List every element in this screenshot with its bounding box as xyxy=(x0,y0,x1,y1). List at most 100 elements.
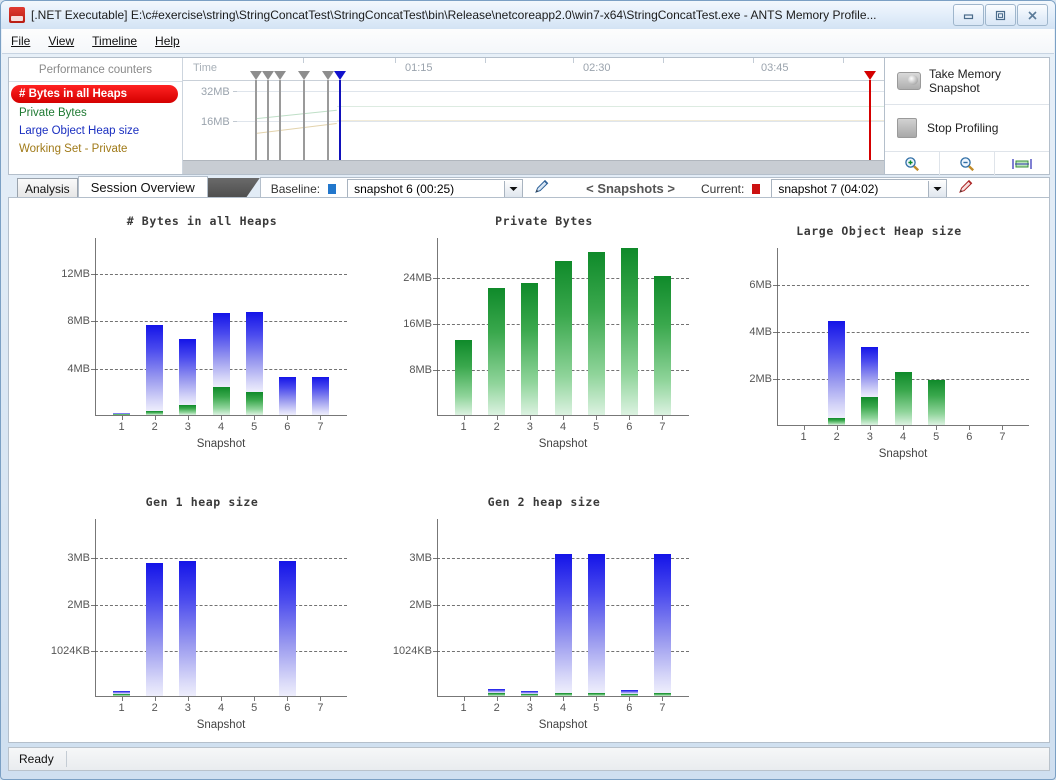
snapshot-marker-2[interactable] xyxy=(262,71,274,80)
bar[interactable] xyxy=(278,376,296,415)
chevron-down-icon[interactable] xyxy=(504,180,523,197)
snapshot-marker-line[interactable] xyxy=(274,71,286,160)
x-tick-label: 5 xyxy=(933,431,940,443)
bar[interactable] xyxy=(488,287,506,415)
bar[interactable] xyxy=(179,560,197,696)
bar[interactable] xyxy=(521,690,539,696)
bar-segment-unused xyxy=(245,312,263,392)
y-tick-mark xyxy=(91,273,95,275)
stop-profiling-button[interactable]: Stop Profiling xyxy=(885,105,1049,152)
menu-bar: File View Timeline Help xyxy=(2,29,1054,54)
bar[interactable] xyxy=(554,554,572,696)
snapshot-marker-1[interactable] xyxy=(250,71,262,80)
counter-working-set-private[interactable]: Working Set - Private xyxy=(9,140,182,158)
x-tick-mark xyxy=(596,416,598,420)
bar[interactable] xyxy=(521,282,539,415)
y-tick-mark xyxy=(91,558,95,560)
y-tick-label: 12MB xyxy=(61,267,90,280)
bar[interactable] xyxy=(455,340,473,415)
counter-private-bytes[interactable]: Private Bytes xyxy=(9,104,182,122)
bar[interactable] xyxy=(894,372,912,425)
counter-label: Large Object Heap size xyxy=(19,125,140,137)
plot-area: 1024KB 2MB 3MB 1 2 3 4 5 6 7 xyxy=(51,519,347,714)
baseline-value: snapshot 6 (00:25) xyxy=(354,181,455,196)
bar[interactable] xyxy=(311,376,329,415)
gridline xyxy=(777,285,1029,287)
bar[interactable] xyxy=(927,380,945,425)
baseline-dropdown[interactable]: snapshot 6 (00:25) xyxy=(347,178,524,199)
zoom-out-icon xyxy=(960,157,975,172)
bar[interactable] xyxy=(587,554,605,696)
chevron-down-icon[interactable] xyxy=(928,180,947,197)
snapshot-marker-4[interactable] xyxy=(298,71,310,80)
bar[interactable] xyxy=(828,320,846,425)
zoom-in-button[interactable] xyxy=(885,152,940,176)
x-tick-label: 1 xyxy=(460,421,467,433)
snapshots-nav-label[interactable]: < Snapshots > xyxy=(586,181,675,196)
minimize-button[interactable] xyxy=(953,4,984,26)
bar[interactable] xyxy=(113,691,131,696)
edit-current-button[interactable] xyxy=(957,179,974,198)
x-tick-label: 2 xyxy=(493,702,500,714)
bar[interactable] xyxy=(113,412,131,415)
current-marker-line[interactable] xyxy=(864,71,876,160)
menu-file[interactable]: File xyxy=(2,31,39,51)
chart-title: Private Bytes xyxy=(495,214,593,228)
snapshot-marker-5[interactable] xyxy=(322,71,334,80)
take-memory-snapshot-button[interactable]: Take Memory Snapshot xyxy=(885,58,1049,105)
bar[interactable] xyxy=(554,261,572,415)
zoom-out-button[interactable] xyxy=(940,152,995,176)
menu-timeline[interactable]: Timeline xyxy=(83,31,146,51)
counter-bytes-in-all-heaps[interactable]: # Bytes in all Heaps xyxy=(11,85,178,103)
snapshot-marker-line[interactable] xyxy=(298,71,310,160)
tab-session-overview[interactable]: Session Overview xyxy=(77,176,208,199)
gridline xyxy=(95,650,347,652)
ruler-tick xyxy=(485,58,486,63)
bar[interactable] xyxy=(587,251,605,415)
bar[interactable] xyxy=(653,276,671,415)
x-tick-label: 3 xyxy=(526,421,533,433)
menu-view-label: View xyxy=(48,34,75,48)
fit-to-width-button[interactable] xyxy=(995,152,1049,176)
counter-label: Working Set - Private xyxy=(19,143,128,155)
bar[interactable] xyxy=(620,248,638,415)
tab-analysis[interactable]: Analysis xyxy=(17,178,78,199)
menu-help[interactable]: Help xyxy=(146,31,189,51)
baseline-marker-line[interactable] xyxy=(334,71,346,160)
bar-segment-used xyxy=(554,692,572,696)
y-axis xyxy=(437,238,438,416)
snapshot-marker-line[interactable] xyxy=(250,71,262,160)
baseline-marker[interactable] xyxy=(334,71,346,80)
bar[interactable] xyxy=(179,339,197,415)
x-tick-mark xyxy=(563,416,564,420)
snapshot-marker-line[interactable] xyxy=(262,71,274,160)
ruler-tick xyxy=(843,58,844,63)
close-button[interactable] xyxy=(1017,4,1048,26)
current-marker[interactable] xyxy=(864,71,876,80)
bar[interactable] xyxy=(861,347,879,425)
menu-view[interactable]: View xyxy=(39,31,83,51)
x-tick-label: 7 xyxy=(999,431,1006,443)
bar[interactable] xyxy=(488,688,506,696)
bar-segment-used xyxy=(653,276,671,415)
bar[interactable] xyxy=(278,560,296,696)
x-tick-label: 7 xyxy=(659,702,666,714)
bar[interactable] xyxy=(146,562,164,696)
counter-large-object-heap-size[interactable]: Large Object Heap size xyxy=(9,122,182,140)
bar[interactable] xyxy=(653,554,671,696)
bar[interactable] xyxy=(146,325,164,415)
x-tick-mark xyxy=(254,416,256,420)
maximize-button[interactable] xyxy=(985,4,1016,26)
counter-label: # Bytes in all Heaps xyxy=(19,88,128,100)
bar[interactable] xyxy=(245,312,263,415)
current-dropdown[interactable]: snapshot 7 (04:02) xyxy=(771,178,948,199)
bar[interactable] xyxy=(620,690,638,696)
bar[interactable] xyxy=(212,312,230,415)
x-tick-mark xyxy=(803,426,805,430)
snapshot-marker-3[interactable] xyxy=(274,71,286,80)
snapshot-marker-line[interactable] xyxy=(322,71,334,160)
y-tick-label: 6MB xyxy=(749,279,772,292)
y-axis xyxy=(437,519,438,697)
plot-area: 8MB 16MB 24MB 1 2 3 4 5 6 7 xyxy=(403,238,689,433)
edit-baseline-button[interactable] xyxy=(533,179,550,198)
